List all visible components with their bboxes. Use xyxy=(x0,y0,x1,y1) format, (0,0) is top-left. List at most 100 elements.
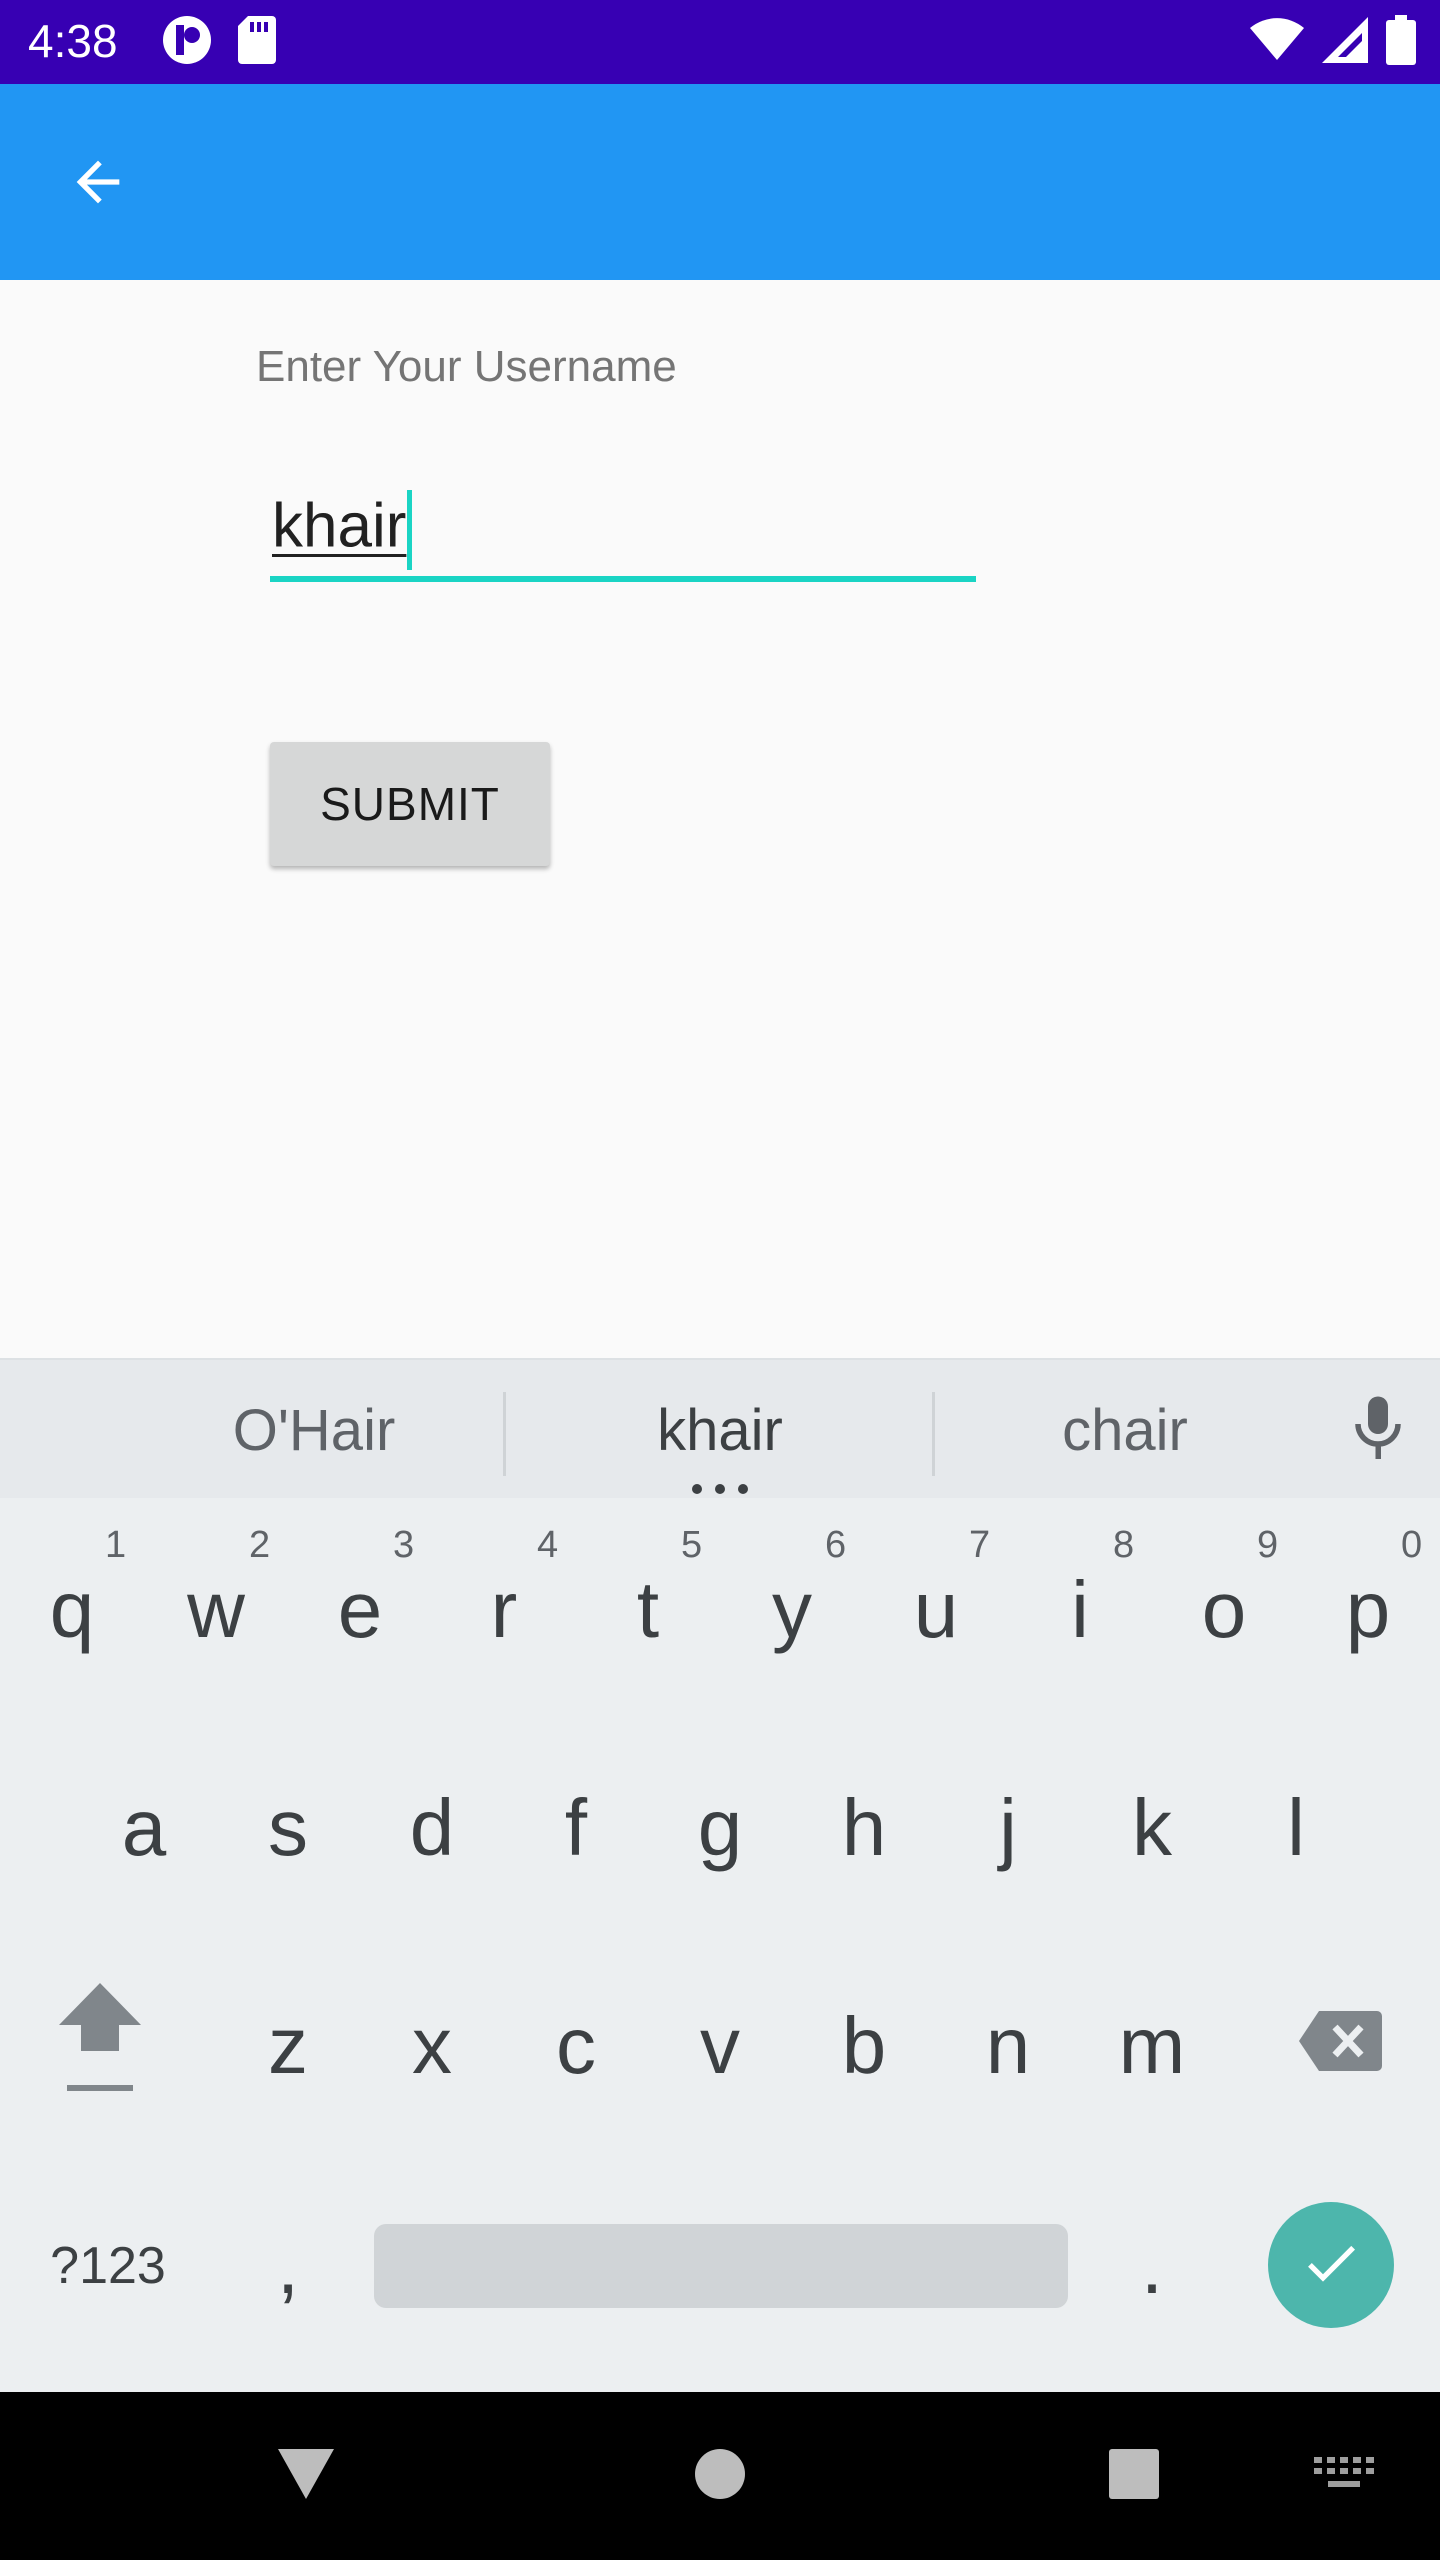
key-label: d xyxy=(409,1783,455,1872)
key-label: c xyxy=(556,2001,596,2090)
username-prompt-label: Enter Your Username xyxy=(256,342,677,391)
backspace-key[interactable] xyxy=(1268,1946,1412,2146)
app-notification-icon xyxy=(162,15,212,69)
status-bar: 4:38 xyxy=(0,0,1440,84)
text-cursor xyxy=(407,490,413,570)
key-n[interactable]: n xyxy=(936,1946,1080,2146)
key-label: g xyxy=(697,1783,743,1872)
period-key[interactable]: . xyxy=(1080,2166,1224,2366)
status-right-icons xyxy=(1250,15,1416,69)
key-g[interactable]: g xyxy=(648,1728,792,1928)
shift-icon xyxy=(55,1977,145,2116)
suggestion-divider xyxy=(503,1392,506,1476)
keyboard-switch-icon xyxy=(1314,2457,1374,2495)
key-label: x xyxy=(412,2001,452,2090)
key-label: n xyxy=(985,2001,1031,2090)
back-triangle-icon xyxy=(276,2447,336,2505)
key-label: s xyxy=(268,1783,308,1872)
key-label: w xyxy=(187,1565,245,1654)
back-button[interactable] xyxy=(52,138,144,230)
key-k[interactable]: k xyxy=(1080,1728,1224,1928)
key-label: v xyxy=(700,2001,740,2090)
key-d[interactable]: d xyxy=(360,1728,504,1928)
battery-icon xyxy=(1386,15,1416,69)
key-label: b xyxy=(841,2001,887,2090)
key-hint: 1 xyxy=(105,1524,127,1566)
key-label: u xyxy=(913,1565,959,1654)
key-label: e xyxy=(337,1565,383,1654)
key-label: j xyxy=(999,1783,1017,1872)
key-hint: 7 xyxy=(969,1524,991,1566)
key-label: k xyxy=(1132,1783,1172,1872)
nav-recents-button[interactable] xyxy=(1088,2430,1180,2522)
nav-keyboard-switch-button[interactable] xyxy=(1296,2440,1392,2512)
key-hint: 9 xyxy=(1257,1524,1279,1566)
key-j[interactable]: j xyxy=(936,1728,1080,1928)
key-hint: 0 xyxy=(1401,1524,1423,1566)
key-v[interactable]: v xyxy=(648,1946,792,2146)
home-circle-icon xyxy=(693,2447,747,2505)
check-icon xyxy=(1299,2231,1363,2299)
key-label: . xyxy=(1140,2221,1164,2310)
key-hint: 2 xyxy=(249,1524,271,1566)
suggestion-right[interactable]: chair xyxy=(950,1360,1300,1500)
key-hint: 4 xyxy=(537,1524,559,1566)
key-label: a xyxy=(121,1783,167,1872)
key-label: z xyxy=(268,2001,308,2090)
key-label: h xyxy=(841,1783,887,1872)
status-time: 4:38 xyxy=(28,15,118,67)
recents-square-icon xyxy=(1107,2447,1161,2505)
key-label: ?123 xyxy=(50,2237,166,2295)
sd-card-icon xyxy=(238,16,276,68)
username-input-value: khair xyxy=(272,490,413,570)
app-bar xyxy=(0,84,1440,280)
key-label: m xyxy=(1118,2001,1186,2090)
nav-back-button[interactable] xyxy=(260,2430,352,2522)
key-c[interactable]: c xyxy=(504,1946,648,2146)
suggestion-strip: O'Hair khair chair xyxy=(0,1358,1440,1498)
shift-key[interactable] xyxy=(28,1946,172,2146)
username-text: khair xyxy=(272,491,407,561)
key-a[interactable]: a xyxy=(72,1728,216,1928)
key-label: y xyxy=(772,1565,812,1654)
key-hint: 3 xyxy=(393,1524,415,1566)
key-label: r xyxy=(490,1565,518,1654)
key-label: p xyxy=(1345,1565,1391,1654)
suggestion-divider xyxy=(932,1392,935,1476)
voice-input-button[interactable] xyxy=(1338,1386,1418,1476)
nav-home-button[interactable] xyxy=(674,2430,766,2522)
key-hint: 6 xyxy=(825,1524,847,1566)
comma-key[interactable]: , xyxy=(216,2166,360,2366)
username-input[interactable]: khair xyxy=(270,470,976,582)
key-s[interactable]: s xyxy=(216,1728,360,1928)
key-label: q xyxy=(49,1565,95,1654)
key-hint: 5 xyxy=(681,1524,703,1566)
key-x[interactable]: x xyxy=(360,1946,504,2146)
key-label: l xyxy=(1287,1783,1305,1872)
microphone-icon xyxy=(1348,1393,1408,1469)
key-label: , xyxy=(276,2221,300,2310)
space-key[interactable] xyxy=(374,2224,1068,2308)
key-h[interactable]: h xyxy=(792,1728,936,1928)
key-z[interactable]: z xyxy=(216,1946,360,2146)
status-left-icons xyxy=(162,16,276,68)
key-label: o xyxy=(1201,1565,1247,1654)
symbols-key[interactable]: ?123 xyxy=(36,2166,180,2366)
more-suggestions-indicator xyxy=(692,1484,748,1494)
key-l[interactable]: l xyxy=(1224,1728,1368,1928)
suggestion-center[interactable]: khair xyxy=(520,1360,920,1500)
key-hint: 8 xyxy=(1113,1524,1135,1566)
key-m[interactable]: m xyxy=(1080,1946,1224,2146)
suggestion-left[interactable]: O'Hair xyxy=(150,1360,478,1500)
cell-signal-icon xyxy=(1322,17,1368,67)
submit-button[interactable]: SUBMIT xyxy=(270,742,550,866)
key-f[interactable]: f xyxy=(504,1728,648,1928)
enter-key[interactable] xyxy=(1268,2202,1394,2328)
key-label: f xyxy=(564,1783,588,1872)
wifi-icon xyxy=(1250,18,1304,66)
key-label: i xyxy=(1071,1565,1089,1654)
key-b[interactable]: b xyxy=(792,1946,936,2146)
arrow-back-icon xyxy=(66,150,130,218)
key-label: t xyxy=(636,1565,660,1654)
backspace-icon xyxy=(1297,2000,1383,2092)
